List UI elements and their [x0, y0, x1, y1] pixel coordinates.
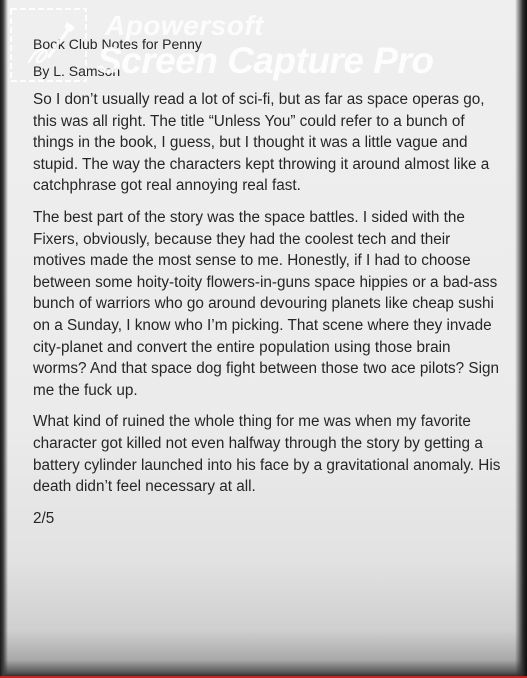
document-viewer: Book Club Notes for Penny By L. Samson S… [0, 0, 527, 678]
right-edge-shadow [515, 0, 527, 678]
watermark: Apowersoft Screen Capture Pro [0, 0, 527, 100]
paragraph-2: The best part of the story was the space… [33, 208, 499, 399]
watermark-line2: Screen Capture Pro [97, 40, 434, 81]
document-page: Book Club Notes for Penny By L. Samson S… [33, 34, 501, 529]
pen-in-frame-icon [10, 8, 87, 82]
page-indicator: 2/5 [33, 509, 55, 527]
left-edge-shadow [0, 0, 8, 678]
paragraph-3: What kind of ruined the whole thing for … [33, 413, 501, 496]
paragraph-1: So I don’t usually read a lot of sci-fi,… [33, 91, 490, 195]
watermark-line1: Apowersoft [105, 10, 264, 41]
